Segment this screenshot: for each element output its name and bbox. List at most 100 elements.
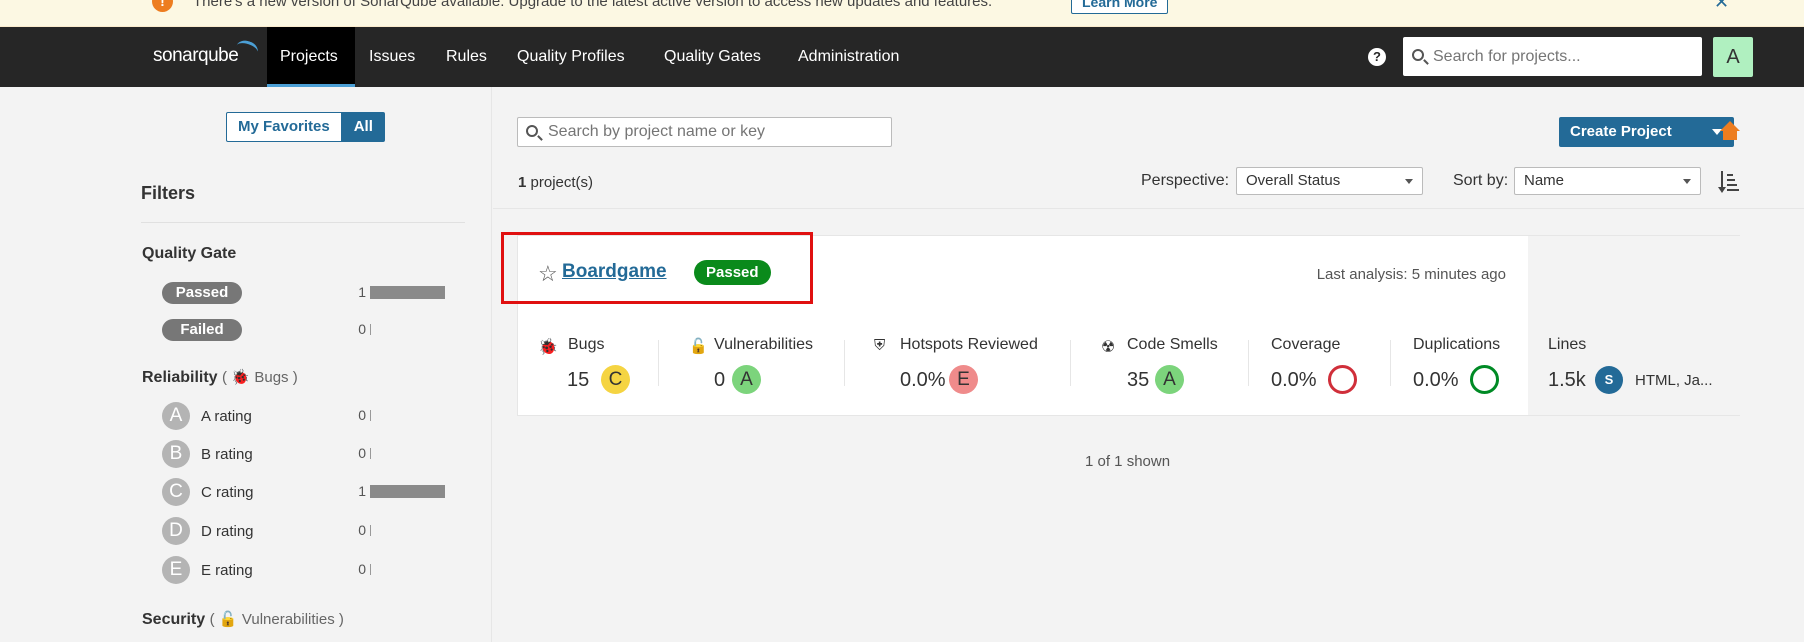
create-project-button[interactable]: Create Project: [1559, 117, 1734, 147]
nav-quality-gates[interactable]: Quality Gates: [664, 27, 761, 87]
all-option[interactable]: All: [341, 112, 385, 142]
metric-duplications[interactable]: Duplications 0.0%: [1413, 336, 1533, 408]
sortby-select[interactable]: Name: [1514, 167, 1701, 195]
facet-bar: [370, 564, 371, 575]
metric-code-smells[interactable]: ☢ Code Smells 35 A: [1101, 336, 1251, 408]
facet-item-e-rating[interactable]: E E rating 0: [162, 556, 462, 584]
failed-pill: Failed: [162, 319, 242, 341]
divider: [1248, 340, 1249, 386]
radiation-icon: ☢: [1101, 339, 1116, 356]
rating-label: E rating: [201, 562, 253, 579]
facet-item-c-rating[interactable]: C C rating 1: [162, 478, 462, 506]
my-favorites-option[interactable]: My Favorites: [226, 112, 342, 142]
create-project-label: Create Project: [1570, 123, 1672, 140]
learn-more-button[interactable]: Learn More: [1071, 0, 1169, 14]
last-analysis: Last analysis: 5 minutes ago: [1316, 266, 1506, 283]
divider: [1390, 340, 1391, 386]
global-search-input[interactable]: [1433, 37, 1693, 76]
metric-value: 1.5k: [1548, 369, 1586, 391]
facet-bar: [370, 485, 445, 498]
languages: HTML, Ja...: [1635, 372, 1713, 389]
passed-pill: Passed: [162, 282, 242, 304]
project-card: ☆ Boardgame Passed Last analysis: 5 minu…: [501, 232, 1740, 416]
facet-item-a-rating[interactable]: A A rating 0: [162, 402, 462, 430]
info-icon: !: [152, 0, 173, 12]
facet-count: 1: [358, 284, 366, 300]
project-count-suffix: project(s): [526, 174, 594, 191]
metric-label: Code Smells: [1127, 336, 1218, 353]
security-sub: Vulnerabilities: [241, 611, 335, 628]
favorites-toggle: My Favorites All: [226, 112, 385, 142]
lock-icon: 🔓: [689, 338, 708, 355]
bug-icon: 🐞: [231, 369, 250, 386]
metric-lines: Lines 1.5k S HTML, Ja...: [1548, 336, 1738, 408]
metric-label: Lines: [1548, 336, 1587, 353]
nav-projects[interactable]: Projects: [267, 27, 355, 87]
perspective-select[interactable]: Overall Status: [1236, 167, 1423, 195]
star-icon[interactable]: ☆: [538, 261, 558, 287]
chevron-down-icon: [1683, 179, 1691, 184]
facet-bar: [370, 448, 371, 459]
metric-label: Vulnerabilities: [714, 336, 814, 353]
rating-circle: E: [162, 556, 190, 584]
nav-quality-profiles[interactable]: Quality Profiles: [517, 27, 625, 87]
reliability-sub: Bugs: [254, 369, 289, 386]
metric-value: 15: [567, 369, 590, 391]
help-icon[interactable]: ?: [1368, 48, 1386, 66]
rating-badge: A: [732, 365, 761, 394]
facet-item-failed[interactable]: Failed 0: [162, 316, 462, 344]
facet-count: 1: [358, 483, 366, 499]
quality-gate-badge: Passed: [694, 260, 771, 285]
metric-coverage[interactable]: Coverage 0.0%: [1271, 336, 1391, 408]
facet-bar: [370, 324, 371, 335]
user-avatar[interactable]: A: [1713, 37, 1753, 77]
metric-hotspots[interactable]: ⛨ Hotspots Reviewed 0.0% E: [874, 336, 1069, 408]
nav-administration[interactable]: Administration: [798, 27, 899, 87]
facet-count: 0: [358, 321, 366, 337]
metric-vulnerabilities[interactable]: 🔓 Vulnerabilities 0 A: [689, 336, 839, 408]
reliability-facet-title: Reliability ( 🐞 Bugs ): [142, 369, 298, 386]
reliability-title: Reliability: [142, 369, 218, 386]
divider: [844, 340, 845, 386]
rating-badge: E: [949, 365, 978, 394]
chevron-down-icon: [1405, 179, 1413, 184]
project-search-input[interactable]: [548, 118, 878, 146]
projects-toolbar: Create Project 1 project(s) Perspective:…: [493, 87, 1804, 209]
project-name-link[interactable]: Boardgame: [562, 261, 667, 283]
project-search[interactable]: [517, 117, 892, 147]
project-count: 1 project(s): [518, 174, 593, 191]
nav-issues[interactable]: Issues: [369, 27, 415, 87]
sort-order-icon[interactable]: [1718, 171, 1739, 193]
lock-icon: 🔓: [218, 611, 238, 628]
metric-value: 0.0%: [900, 369, 946, 391]
facet-count: 0: [358, 407, 366, 423]
metric-bugs[interactable]: 🐞 Bugs 15 C: [538, 336, 658, 408]
coverage-ring-icon: [1328, 365, 1357, 394]
rating-label: D rating: [201, 523, 254, 540]
rating-circle: B: [162, 440, 190, 468]
size-badge: S: [1595, 366, 1623, 394]
nav-rules[interactable]: Rules: [446, 27, 487, 87]
facet-item-b-rating[interactable]: B B rating 0: [162, 440, 462, 468]
shown-count: 1 of 1 shown: [1085, 453, 1171, 470]
rating-badge: A: [1155, 365, 1184, 394]
security-title: Security: [142, 611, 206, 628]
sonarqube-logo[interactable]: sonarqube: [153, 45, 239, 67]
search-icon: [526, 125, 538, 137]
close-icon[interactable]: ✕: [1714, 0, 1729, 13]
duplications-ring-icon: [1470, 365, 1499, 394]
quality-gate-facet-title: Quality Gate: [142, 245, 237, 262]
shield-icon: ⛨: [874, 337, 886, 354]
metric-label: Duplications: [1413, 336, 1501, 353]
filters-sidebar: My Favorites All Filters Quality Gate Pa…: [0, 87, 492, 642]
sortby-value: Name: [1524, 172, 1565, 189]
facet-item-d-rating[interactable]: D D rating 0: [162, 517, 462, 545]
metric-value: 35: [1127, 369, 1150, 391]
facet-item-passed[interactable]: Passed 1: [162, 279, 462, 307]
divider: [658, 340, 659, 386]
rating-circle: C: [162, 478, 190, 506]
global-search[interactable]: [1403, 37, 1702, 76]
search-icon: [1412, 49, 1424, 61]
facet-count: 0: [358, 561, 366, 577]
bug-icon: 🐞: [538, 339, 558, 356]
